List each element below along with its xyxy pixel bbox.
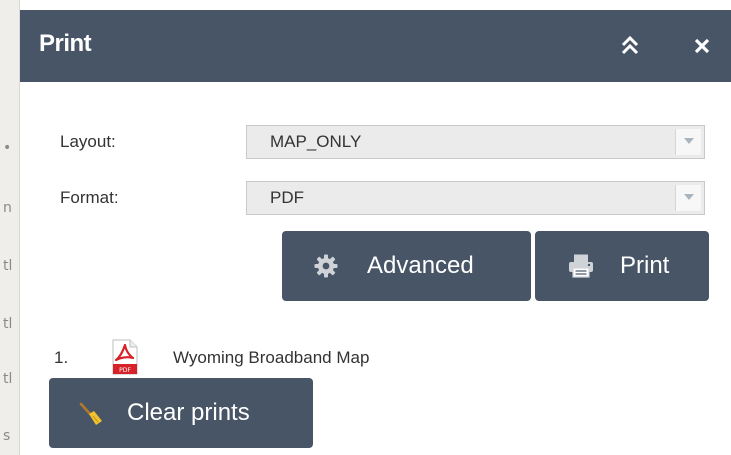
chevron-down-icon bbox=[683, 194, 694, 200]
panel-header: Print bbox=[20, 10, 731, 82]
clipped-fragment: s bbox=[3, 428, 11, 444]
clipped-fragment: n bbox=[3, 200, 12, 216]
layout-select[interactable]: MAP_ONLY bbox=[246, 125, 705, 159]
clipped-fragment: tl bbox=[3, 316, 13, 332]
result-link[interactable]: Wyoming Broadband Map bbox=[173, 348, 369, 368]
print-result-item: 1. PDF Wyoming Broadband Map bbox=[50, 339, 650, 375]
advanced-button[interactable]: Advanced bbox=[282, 231, 531, 301]
layout-label: Layout: bbox=[60, 132, 116, 151]
result-index: 1. bbox=[54, 348, 69, 367]
broom-icon bbox=[79, 402, 103, 431]
format-select-value: PDF bbox=[270, 188, 304, 207]
pdf-file-icon[interactable]: PDF bbox=[111, 339, 139, 380]
print-button-label: Print bbox=[620, 252, 670, 279]
printer-icon bbox=[568, 254, 594, 283]
layout-select-value: MAP_ONLY bbox=[270, 132, 362, 151]
double-chevron-up-icon[interactable] bbox=[616, 32, 644, 60]
panel-title: Print bbox=[39, 30, 92, 57]
close-icon[interactable] bbox=[688, 32, 716, 60]
format-label: Format: bbox=[60, 188, 119, 207]
clear-prints-button[interactable]: Clear prints bbox=[49, 378, 313, 448]
clipped-fragment: tl bbox=[3, 371, 13, 387]
layout-dropdown-arrow[interactable] bbox=[675, 129, 701, 155]
advanced-button-label: Advanced bbox=[367, 252, 474, 279]
chevron-down-icon bbox=[683, 138, 694, 144]
clear-prints-button-label: Clear prints bbox=[127, 399, 250, 426]
format-select[interactable]: PDF bbox=[246, 181, 705, 215]
format-dropdown-arrow[interactable] bbox=[675, 185, 701, 211]
gear-icon bbox=[314, 254, 338, 283]
svg-text:PDF: PDF bbox=[119, 367, 131, 374]
print-panel: Print Layout: MAP_ONLY Format: PDF Advan… bbox=[20, 10, 731, 455]
background-map-edge: • n tl tl tl s bbox=[0, 0, 20, 455]
clipped-fragment: • bbox=[3, 140, 12, 156]
clipped-fragment: tl bbox=[3, 258, 13, 274]
print-button[interactable]: Print bbox=[535, 231, 709, 301]
